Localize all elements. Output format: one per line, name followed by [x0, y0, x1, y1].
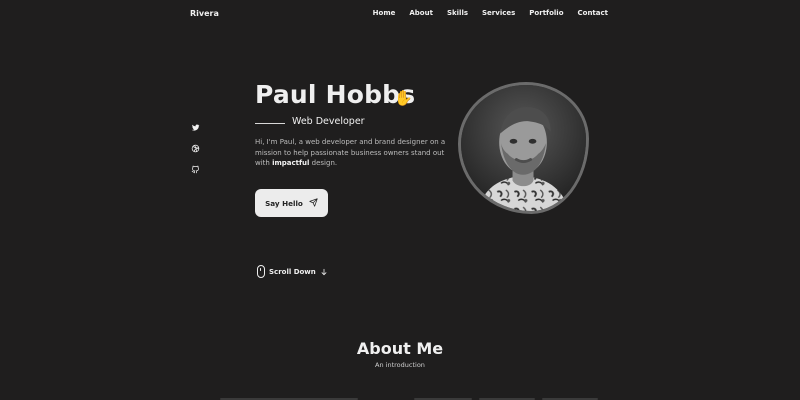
- about-subtitle: An introduction: [375, 361, 425, 369]
- nav-contact-link[interactable]: Contact: [578, 9, 609, 17]
- portfolio-page: Rivera Home About Skills Services Portfo…: [0, 0, 800, 400]
- site-header: Rivera Home About Skills Services Portfo…: [0, 0, 800, 30]
- scroll-down-label: Scroll Down: [269, 267, 316, 276]
- say-hello-label: Say Hello: [265, 198, 303, 208]
- twitter-icon[interactable]: [191, 123, 200, 132]
- dribbble-icon[interactable]: [191, 144, 200, 153]
- hero-name: Paul Hobbs: [255, 80, 416, 109]
- main-navigation: Home About Skills Services Portfolio Con…: [373, 9, 608, 17]
- nav-home-link[interactable]: Home: [373, 9, 396, 17]
- nav-services-link[interactable]: Services: [482, 9, 515, 17]
- say-hello-button[interactable]: Say Hello: [255, 189, 328, 217]
- scroll-down-link[interactable]: Scroll Down: [257, 265, 328, 278]
- about-title: About Me: [356, 339, 444, 358]
- hero-bio: Hi, I'm Paul, a web developer and brand …: [255, 137, 460, 169]
- nav-skills-link[interactable]: Skills: [447, 9, 468, 17]
- role-title: Web Developer: [292, 116, 365, 127]
- role-divider: [255, 123, 285, 124]
- paper-plane-icon: [309, 197, 318, 209]
- arrow-down-icon: [320, 268, 328, 276]
- mouse-icon: [257, 265, 265, 278]
- bio-emphasis: impactful: [272, 159, 310, 167]
- nav-portfolio-link[interactable]: Portfolio: [529, 9, 563, 17]
- brand-logo[interactable]: Rivera: [190, 9, 219, 18]
- nav-about-link[interactable]: About: [409, 9, 433, 17]
- social-links: [191, 123, 200, 174]
- profile-photo: [458, 82, 589, 214]
- github-icon[interactable]: [191, 165, 200, 174]
- waving-hand-icon: ✋: [394, 89, 413, 107]
- bio-text-end: design.: [309, 159, 338, 167]
